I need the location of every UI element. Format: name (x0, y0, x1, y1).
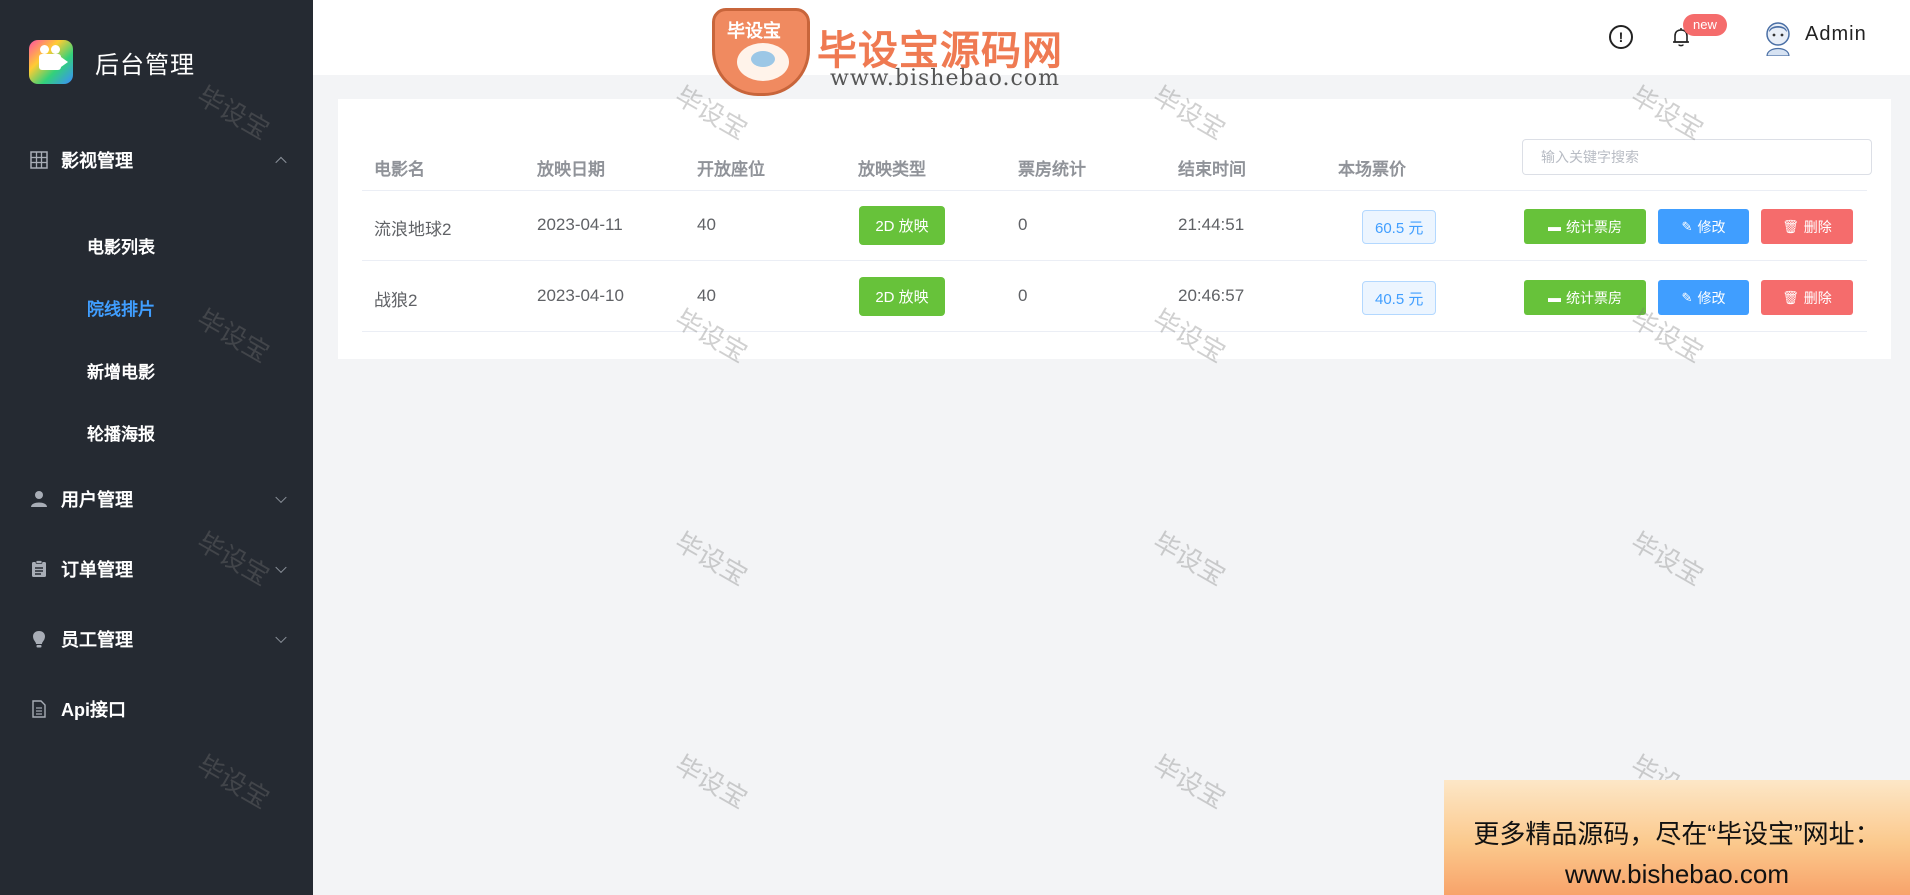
menu-group-users[interactable]: 用户管理 (0, 474, 313, 524)
menu-group-orders[interactable]: 订单管理 (0, 544, 313, 594)
watermark-text: 毕设宝 (1147, 749, 1231, 815)
menu-group-label: 员工管理 (61, 630, 133, 650)
button-label: 修改 (1697, 289, 1726, 306)
column-header: 本场票价 (1338, 160, 1406, 179)
edit-button[interactable]: ✎ 修改 (1658, 209, 1749, 244)
chevron-up-icon (275, 156, 287, 169)
promo-banner: 更多精品源码，尽在“毕设宝”网址： www.bishebao.com (1444, 780, 1910, 895)
bulb-icon (30, 630, 48, 648)
stat-box-office-button[interactable]: ▬ 统计票房 (1524, 209, 1646, 244)
movie-name-cell: 流浪地球2 (374, 220, 452, 239)
price-tag: 60.5 元 (1362, 210, 1437, 244)
movie-name-cell: 战狼2 (374, 291, 418, 310)
chevron-down-icon (275, 631, 287, 644)
column-header: 票房统计 (1018, 160, 1086, 179)
document-icon (30, 700, 48, 718)
info-icon[interactable]: ! (1609, 25, 1633, 49)
trash-icon: 🗑 (1782, 218, 1799, 234)
trash-icon: 🗑 (1782, 289, 1799, 305)
brand-logo-icon (29, 40, 73, 84)
menu-group-staff[interactable]: 员工管理 (0, 614, 313, 664)
search-input[interactable] (1522, 139, 1872, 175)
table-row: 战狼2 2023-04-10 40 2D 放映 0 20:46:57 40.5 … (362, 262, 1867, 332)
column-header: 电影名 (374, 160, 425, 179)
table-header: 电影名 放映日期 开放座位 放映类型 票房统计 结束时间 本场票价 (362, 131, 1872, 191)
pencil-icon: ✎ (1681, 218, 1693, 234)
stat-box-office-button[interactable]: ▬ 统计票房 (1524, 280, 1646, 315)
button-label: 删除 (1803, 289, 1832, 306)
delete-button[interactable]: 🗑 删除 (1761, 280, 1853, 315)
chevron-down-icon (275, 491, 287, 504)
column-header: 放映类型 (858, 160, 926, 179)
menu-group-label: 用户管理 (61, 490, 133, 510)
seats-cell: 40 (697, 215, 716, 234)
end-time-cell: 21:44:51 (1178, 215, 1245, 234)
watermark-text: 毕设宝 (669, 526, 753, 592)
menu-group-label: Api接口 (61, 700, 126, 720)
button-label: 删除 (1803, 218, 1832, 235)
site-logo: 毕设宝 毕设宝源码网 www.bishebao.com (712, 6, 1094, 96)
notification-new-badge: new (1683, 14, 1727, 36)
ticket-icon: ▬ (1548, 290, 1561, 305)
table-row: 流浪地球2 2023-04-11 40 2D 放映 0 21:44:51 60.… (362, 191, 1867, 261)
site-logo-badge-text: 毕设宝 (727, 21, 781, 41)
site-logo-badge-icon: 毕设宝 (712, 8, 810, 96)
submenu-carousel-poster[interactable]: 轮播海报 (87, 420, 155, 445)
site-logo-url: www.bishebao.com (830, 66, 1060, 91)
sidebar: 后台管理 影视管理 电影列表 院线排片 新增电影 轮播海报 用户管理 订单管理 … (0, 0, 313, 895)
watermark-text: 毕设宝 (1147, 526, 1231, 592)
brand: 后台管理 (29, 40, 195, 84)
date-cell: 2023-04-10 (537, 286, 624, 305)
screening-type-tag: 2D 放映 (859, 277, 945, 316)
menu-group-api[interactable]: Api接口 (0, 684, 313, 734)
avatar[interactable] (1763, 20, 1793, 57)
submenu-cinema-schedule[interactable]: 院线排片 (87, 295, 155, 320)
promo-url[interactable]: www.bishebao.com (1444, 859, 1910, 890)
pencil-icon: ✎ (1681, 289, 1693, 305)
submenu-movie-list[interactable]: 电影列表 (87, 233, 155, 258)
box-office-cell: 0 (1018, 215, 1028, 234)
ticket-icon: ▬ (1548, 219, 1561, 234)
watermark-text: 毕设宝 (669, 749, 753, 815)
chevron-down-icon (275, 561, 287, 574)
user-icon (30, 490, 48, 508)
column-header: 结束时间 (1178, 160, 1246, 179)
admin-username[interactable]: Admin (1805, 23, 1867, 46)
watermark-text: 毕设宝 (1625, 526, 1709, 592)
menu-group-label: 订单管理 (61, 560, 133, 580)
brand-title: 后台管理 (95, 51, 195, 79)
price-tag: 40.5 元 (1362, 281, 1437, 315)
seats-cell: 40 (697, 286, 716, 305)
column-header: 放映日期 (537, 160, 605, 179)
promo-text: 更多精品源码，尽在“毕设宝”网址： (1473, 819, 1881, 849)
column-header: 开放座位 (697, 160, 765, 179)
date-cell: 2023-04-11 (537, 215, 623, 234)
edit-button[interactable]: ✎ 修改 (1658, 280, 1749, 315)
clipboard-icon (30, 560, 48, 578)
end-time-cell: 20:46:57 (1178, 286, 1245, 305)
grid-icon (30, 151, 48, 169)
top-header: ! new Admin (313, 0, 1910, 75)
menu-group-label: 影视管理 (61, 151, 133, 171)
submenu-add-movie[interactable]: 新增电影 (87, 358, 155, 383)
box-office-cell: 0 (1018, 286, 1028, 305)
screening-type-tag: 2D 放映 (859, 206, 945, 245)
schedule-table-card: 电影名 放映日期 开放座位 放映类型 票房统计 结束时间 本场票价 流浪地球2 … (338, 99, 1891, 359)
button-label: 统计票房 (1566, 218, 1622, 235)
menu-group-movies[interactable]: 影视管理 (0, 135, 313, 185)
button-label: 修改 (1697, 218, 1726, 235)
button-label: 统计票房 (1566, 289, 1622, 306)
delete-button[interactable]: 🗑 删除 (1761, 209, 1853, 244)
